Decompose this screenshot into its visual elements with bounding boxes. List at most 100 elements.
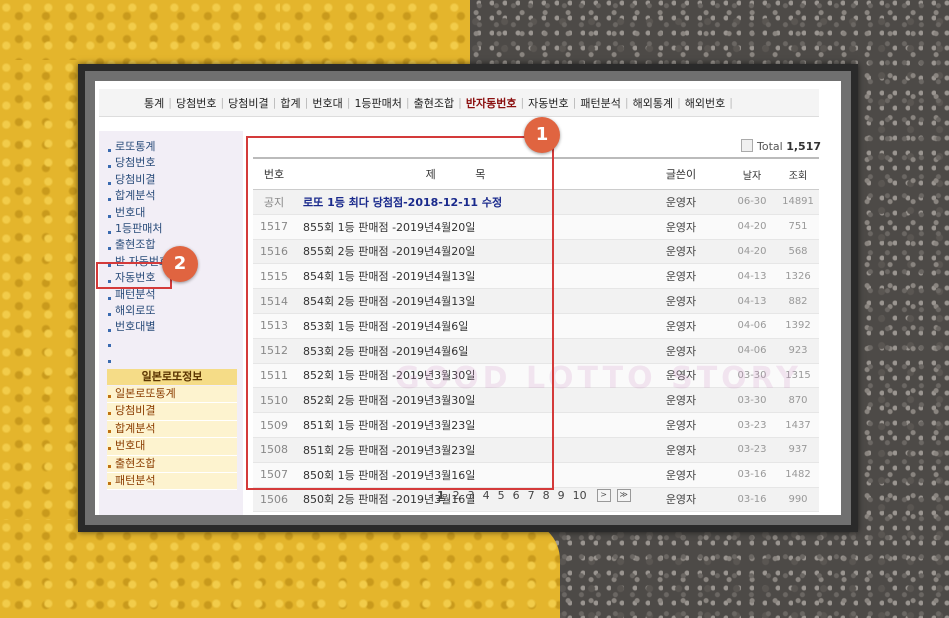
japan-lotto-item[interactable]: 당첨비결 [107, 403, 237, 421]
post-number: 공지 [253, 189, 295, 215]
post-views: 937 [777, 437, 819, 463]
nav-item[interactable]: 당첨비결 [225, 95, 271, 111]
post-date: 04-20 [727, 239, 777, 265]
nav-item[interactable]: 자동번호 [525, 95, 571, 111]
table-row[interactable]: 1511 852회 1등 판매점 -2019년3월30일 운영자 03-30 1315 [253, 363, 819, 389]
page-link[interactable]: 4 [479, 489, 494, 502]
post-views: 1437 [777, 412, 819, 438]
sidebar-item[interactable]: 해외로또 [107, 303, 237, 319]
last-page-button[interactable]: ≫ [616, 489, 631, 502]
page-link[interactable]: 10 [569, 489, 591, 502]
post-number: 1513 [253, 313, 295, 339]
post-views: 1326 [777, 263, 819, 290]
table-row[interactable]: 1513 853회 1등 판매점 -2019년4월6일 운영자 04-06 1392 [253, 313, 819, 339]
page-link[interactable]: 1 [433, 489, 449, 502]
post-date: 04-06 [727, 313, 777, 339]
post-title-link[interactable]: 851회 1등 판매점 -2019년3월23일 [295, 412, 635, 438]
japan-lotto-item[interactable]: 번호대 [107, 438, 237, 456]
post-title-link[interactable]: 855회 2등 판매점 -2019년4월20일 [295, 239, 635, 265]
notice-row[interactable]: 공지 로또 1등 최다 당첨점-2018-12-11 수정 운영자 06-30 1489… [253, 189, 819, 215]
nav-item[interactable]: 통계 [141, 95, 167, 111]
sidebar-item[interactable] [107, 336, 237, 352]
yellow-paint [0, 520, 560, 618]
sidebar-item[interactable]: 패턴분석 [107, 287, 237, 303]
web-page: 통계 | 당첨번호 | 당첨비결 | 합계 | 번호대 | 1등판매처 | 출현조합 | 반자동번호 | 자동번… [95, 81, 841, 515]
table-row[interactable]: 1512 853회 2등 판매점 -2019년4월6일 운영자 04-06 923 [253, 338, 819, 364]
post-date: 03-30 [727, 387, 777, 414]
header-title: 제 목 [295, 157, 635, 190]
table-row[interactable]: 1517 855회 1등 판매점 -2019년4월20일 운영자 04-20 751 [253, 214, 819, 240]
post-number: 1512 [253, 338, 295, 364]
page-link[interactable]: 9 [554, 489, 569, 502]
page-link[interactable]: 8 [539, 489, 554, 502]
nav-item[interactable]: 1등판매처 [351, 95, 404, 111]
post-author: 운영자 [635, 288, 727, 314]
post-views: 882 [777, 288, 819, 314]
step-badge-1: 1 [524, 117, 560, 153]
post-date: 03-30 [727, 363, 777, 389]
document-icon [741, 139, 753, 152]
post-number: 1506 [253, 487, 295, 513]
sidebar-item[interactable]: 당첨비결 [107, 172, 237, 188]
post-title-link[interactable]: 852회 1등 판매점 -2019년3월30일 [295, 363, 635, 389]
nav-item[interactable]: 반자동번호 [463, 95, 520, 111]
post-title-link[interactable]: 853회 1등 판매점 -2019년4월6일 [295, 313, 635, 339]
post-title-link[interactable]: 로또 1등 최다 당첨점-2018-12-11 수정 [295, 189, 635, 215]
table-row[interactable]: 1510 852회 2등 판매점 -2019년3월30일 운영자 03-30 870 [253, 387, 819, 414]
sidebar-item[interactable]: 합계분석 [107, 188, 237, 204]
post-author: 운영자 [635, 462, 727, 488]
post-author: 운영자 [635, 437, 727, 463]
table-row[interactable]: 1508 851회 2등 판매점 -2019년3월23일 운영자 03-23 937 [253, 437, 819, 463]
post-title-link[interactable]: 851회 2등 판매점 -2019년3월23일 [295, 437, 635, 463]
post-date: 03-23 [727, 437, 777, 463]
sidebar-item[interactable]: 당첨번호 [107, 155, 237, 171]
nav-item[interactable]: 해외통계 [630, 95, 676, 111]
post-number: 1510 [253, 387, 295, 414]
table-row[interactable]: 1507 850회 1등 판매점 -2019년3월16일 운영자 03-16 1482 [253, 462, 819, 488]
table-row[interactable]: 1515 854회 1등 판매점 -2019년4월13일 운영자 04-13 1326 [253, 263, 819, 290]
japan-lotto-item[interactable]: 합계분석 [107, 420, 237, 439]
post-title-link[interactable]: 855회 1등 판매점 -2019년4월20일 [295, 214, 635, 240]
sidebar-item[interactable]: 번호대별 [107, 319, 237, 335]
post-title-link[interactable]: 853회 2등 판매점 -2019년4월6일 [295, 338, 635, 364]
next-page-button[interactable]: > [596, 489, 611, 502]
post-title-link[interactable]: 854회 2등 판매점 -2019년4월13일 [295, 288, 635, 314]
post-title-link[interactable]: 854회 1등 판매점 -2019년4월13일 [295, 263, 635, 290]
japan-lotto-item[interactable]: 패턴분석 [107, 472, 237, 491]
post-number: 1516 [253, 239, 295, 265]
nav-item[interactable]: 합계 [277, 95, 303, 111]
nav-item[interactable]: 패턴분석 [577, 95, 623, 111]
table-row[interactable]: 1509 851회 1등 판매점 -2019년3월23일 운영자 03-23 1437 [253, 412, 819, 438]
japan-lotto-item[interactable]: 일본로또통계 [107, 386, 237, 404]
header-date: 날자 [727, 157, 777, 190]
nav-item[interactable]: 해외번호 [682, 95, 728, 111]
page-link[interactable]: 2 [449, 489, 464, 502]
nav-item[interactable]: 출현조합 [411, 95, 457, 111]
total-count: Total 1,517 [741, 139, 821, 153]
japan-lotto-header: 일본로또정보 [107, 369, 237, 385]
sidebar-item[interactable]: 번호대 [107, 205, 237, 221]
sidebar-item[interactable]: 1등판매처 [107, 221, 237, 237]
pagination: 1 2 3 4 5 6 7 8 9 10 > ≫ [433, 489, 631, 502]
table-row[interactable]: 1516 855회 2등 판매점 -2019년4월20일 운영자 04-20 568 [253, 239, 819, 265]
page-link[interactable]: 5 [494, 489, 509, 502]
post-date: 03-16 [727, 462, 777, 488]
japan-lotto-item[interactable]: 출현조합 [107, 455, 237, 473]
post-title-link[interactable]: 852회 2등 판매점 -2019년3월30일 [295, 387, 635, 414]
japan-lotto-menu: 일본로또통계 당첨비결 합계분석 번호대 출현조합 패턴분석 [107, 386, 237, 491]
page-link[interactable]: 3 [464, 489, 479, 502]
nav-item[interactable]: 번호대 [309, 95, 345, 111]
page-link[interactable]: 6 [509, 489, 524, 502]
post-author: 운영자 [635, 338, 727, 364]
table-header-row: 번호 제 목 글쓴이 날자 조회 [253, 157, 819, 190]
nav-item[interactable]: 당첨번호 [173, 95, 219, 111]
page-link[interactable]: 7 [524, 489, 539, 502]
post-views: 14891 [777, 189, 819, 215]
screenshot-frame: 통계 | 당첨번호 | 당첨비결 | 합계 | 번호대 | 1등판매처 | 출현조합 | 반자동번호 | 자동번… [78, 64, 858, 532]
table-row[interactable]: 1514 854회 2등 판매점 -2019년4월13일 운영자 04-13 882 [253, 288, 819, 314]
sidebar-item[interactable] [107, 352, 237, 368]
post-title-link[interactable]: 850회 1등 판매점 -2019년3월16일 [295, 462, 635, 488]
post-date: 03-16 [727, 487, 777, 513]
top-navigation: 통계 | 당첨번호 | 당첨비결 | 합계 | 번호대 | 1등판매처 | 출현조합 | 반자동번호 | 자동번… [99, 89, 819, 117]
sidebar-item[interactable]: 로또통계 [107, 139, 237, 155]
